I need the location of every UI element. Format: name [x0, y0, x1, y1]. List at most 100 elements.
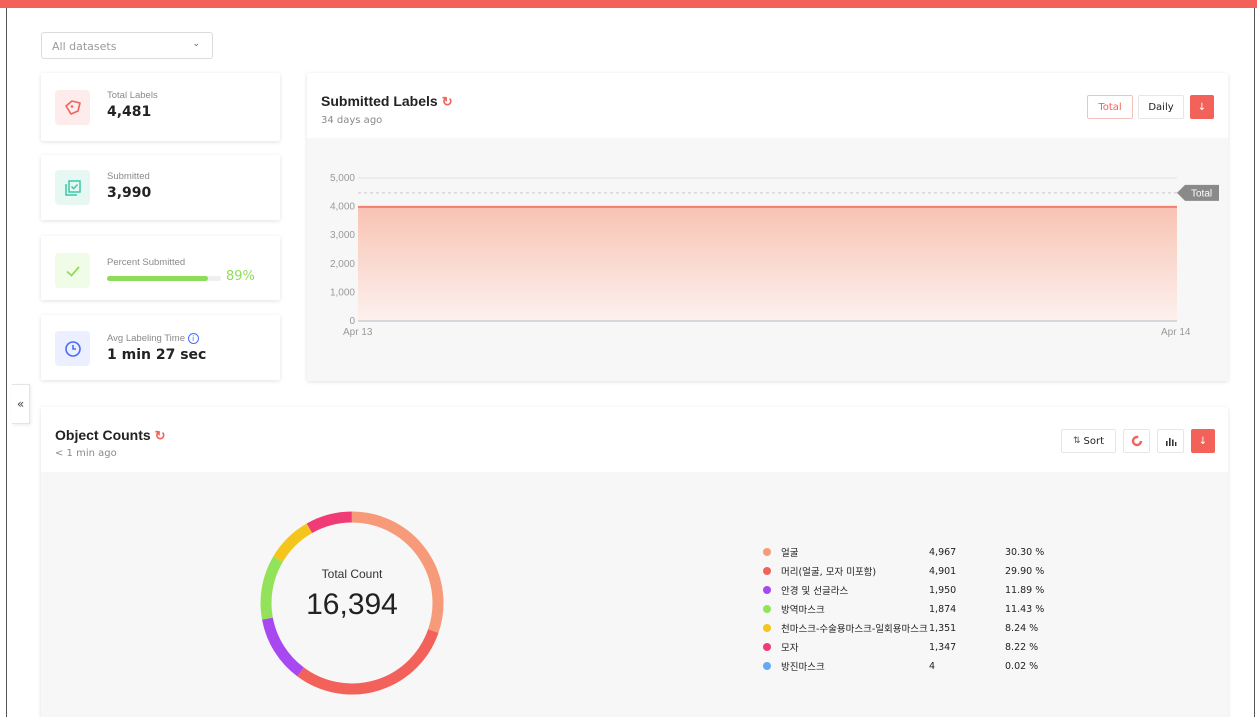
- legend-label: 머리(얼굴, 모자 미포함): [781, 567, 877, 578]
- section-subtitle: < 1 min ago: [55, 448, 117, 459]
- section-title: Submitted Labels: [321, 93, 438, 109]
- object-counts-title-row: Object Counts ↻: [55, 427, 166, 444]
- daily-button[interactable]: Daily: [1138, 95, 1184, 119]
- donut-center-label: Total Count: [321, 567, 383, 581]
- legend-label: 모자: [781, 643, 799, 654]
- donut-chart-icon: [1131, 435, 1142, 447]
- legend-dot: [763, 567, 771, 575]
- stat-label: Percent Submitted: [107, 257, 186, 268]
- progress-bar-fill: [107, 276, 209, 281]
- x-tick-label: Apr 14: [1161, 327, 1191, 338]
- sort-label: Sort: [1083, 435, 1105, 447]
- legend-count: 4: [929, 660, 936, 672]
- legend-item[interactable]: 방진마스크 4 0.02 %: [763, 657, 1038, 675]
- stat-card-submitted: Submitted 3,990: [41, 155, 280, 220]
- y-tick-label: 3,000: [330, 230, 355, 241]
- legend-count: 1,351: [929, 622, 957, 634]
- section-title: Object Counts: [55, 427, 151, 443]
- submitted-labels-chart: 5,000 4,000 3,000 2,000 1,000 0 Total Apr 13 Apr…: [330, 173, 1219, 338]
- legend-percent: 11.89 %: [1005, 584, 1045, 596]
- stat-card-percent-submitted: Percent Submitted 89%: [41, 236, 280, 300]
- sidebar-collapse-button[interactable]: «: [12, 384, 30, 424]
- legend-item[interactable]: 천마스크-수술용마스크-일회용마스크 1,351 8.24 %: [763, 619, 1038, 637]
- total-button[interactable]: Total: [1087, 95, 1133, 119]
- section-subtitle: 34 days ago: [321, 115, 383, 126]
- legend-item[interactable]: 얼굴 4,967 30.30 %: [763, 543, 1044, 561]
- top-accent-bar: [0, 0, 1257, 8]
- legend-item[interactable]: 방역마스크 1,874 11.43 %: [763, 600, 1044, 618]
- info-icon[interactable]: i: [187, 333, 199, 344]
- legend-percent: 11.43 %: [1005, 603, 1045, 615]
- bar-chart-button[interactable]: [1157, 429, 1184, 453]
- submitted-labels-title-row: Submitted Labels ↻: [321, 93, 453, 110]
- refresh-icon[interactable]: ↻: [155, 428, 166, 443]
- donut-segment[interactable]: [273, 523, 313, 563]
- donut-segment[interactable]: [306, 511, 353, 534]
- frame-border-left: [6, 8, 7, 717]
- legend-count: 1,950: [929, 584, 957, 596]
- stat-label: Submitted: [107, 171, 150, 182]
- stat-card-avg-labeling-time: Avg Labeling Time i 1 min 27 sec: [41, 315, 280, 380]
- legend-label: 얼굴: [781, 548, 799, 559]
- y-tick-label: 4,000: [330, 202, 355, 213]
- legend-item[interactable]: 모자 1,347 8.22 %: [763, 638, 1038, 656]
- legend-item[interactable]: 머리(얼굴, 모자 미포함) 4,901 29.90 %: [763, 562, 1044, 580]
- stat-card-total-labels: Total Labels 4,481: [41, 73, 280, 141]
- donut-segment[interactable]: [262, 617, 305, 677]
- tag-icon: [55, 90, 90, 125]
- legend-item[interactable]: 안경 및 선글라스 1,950 11.89 %: [763, 581, 1044, 599]
- progress-percent: 89%: [226, 269, 255, 284]
- object-counts-chart-area: Total Count 16,394 얼굴 4,967 30.30 % 머리(얼굴, …: [41, 472, 1228, 717]
- stat-value: 1 min 27 sec: [107, 347, 207, 363]
- legend-count: 4,901: [929, 565, 957, 577]
- total-marker-label: Total: [1191, 188, 1212, 199]
- legend-label: 천마스크-수술용마스크-일회용마스크: [781, 624, 928, 635]
- download-button[interactable]: ↓: [1191, 429, 1215, 453]
- legend-count: 1,874: [929, 603, 957, 615]
- submitted-labels-chart-area: 5,000 4,000 3,000 2,000 1,000 0 Total Apr 13 Apr…: [307, 138, 1228, 381]
- object-counts-legend: 얼굴 4,967 30.30 % 머리(얼굴, 모자 미포함) 4,901 29.90 %…: [763, 543, 1083, 683]
- frame-border-right: [1254, 8, 1255, 717]
- checklist-icon: [55, 170, 90, 205]
- clock-icon: [55, 331, 90, 366]
- legend-percent: 8.24 %: [1005, 622, 1039, 634]
- check-icon: [55, 253, 90, 288]
- donut-segment[interactable]: [297, 629, 439, 695]
- stat-value: 4,481: [107, 104, 152, 120]
- legend-percent: 29.90 %: [1005, 565, 1045, 577]
- legend-percent: 30.30 %: [1005, 546, 1045, 558]
- download-button[interactable]: ↓: [1190, 95, 1214, 119]
- x-tick-label: Apr 13: [343, 327, 373, 338]
- legend-dot: [763, 586, 771, 594]
- submitted-labels-card: Submitted Labels ↻ 34 days ago Total Dail…: [307, 73, 1228, 381]
- bar-chart-icon: [1165, 438, 1176, 446]
- legend-dot: [763, 662, 771, 670]
- object-counts-card: Object Counts ↻ < 1 min ago ⇅ Sort ↓ Total…: [41, 407, 1228, 717]
- series-area: [358, 206, 1177, 321]
- legend-dot: [763, 624, 771, 632]
- y-tick-label: 0: [349, 316, 355, 327]
- donut-chart-button[interactable]: [1123, 429, 1150, 453]
- progress-bar: [107, 276, 221, 281]
- sort-icon: ⇅: [1072, 436, 1081, 446]
- sort-button[interactable]: ⇅ Sort: [1061, 429, 1116, 453]
- y-tick-label: 1,000: [330, 287, 355, 298]
- stat-label: Total Labels: [107, 90, 158, 101]
- y-tick-label: 5,000: [330, 173, 355, 184]
- y-tick-label: 2,000: [330, 259, 355, 270]
- stat-label-row: Avg Labeling Time i: [107, 333, 199, 344]
- chevron-down-icon: ⌄: [192, 39, 200, 49]
- donut-center-value: 16,394: [306, 588, 398, 621]
- legend-label: 방역마스크: [781, 605, 825, 616]
- dataset-select-value: All datasets: [52, 40, 117, 53]
- dataset-select[interactable]: All datasets ⌄: [41, 32, 213, 59]
- legend-count: 1,347: [929, 641, 957, 653]
- legend-dot: [763, 548, 771, 556]
- legend-dot: [763, 643, 771, 651]
- legend-label: 안경 및 선글라스: [781, 586, 849, 597]
- legend-percent: 8.22 %: [1005, 641, 1039, 653]
- legend-label: 방진마스크: [781, 662, 825, 673]
- legend-dot: [763, 605, 771, 613]
- refresh-icon[interactable]: ↻: [442, 94, 453, 109]
- stat-value: 3,990: [107, 185, 152, 201]
